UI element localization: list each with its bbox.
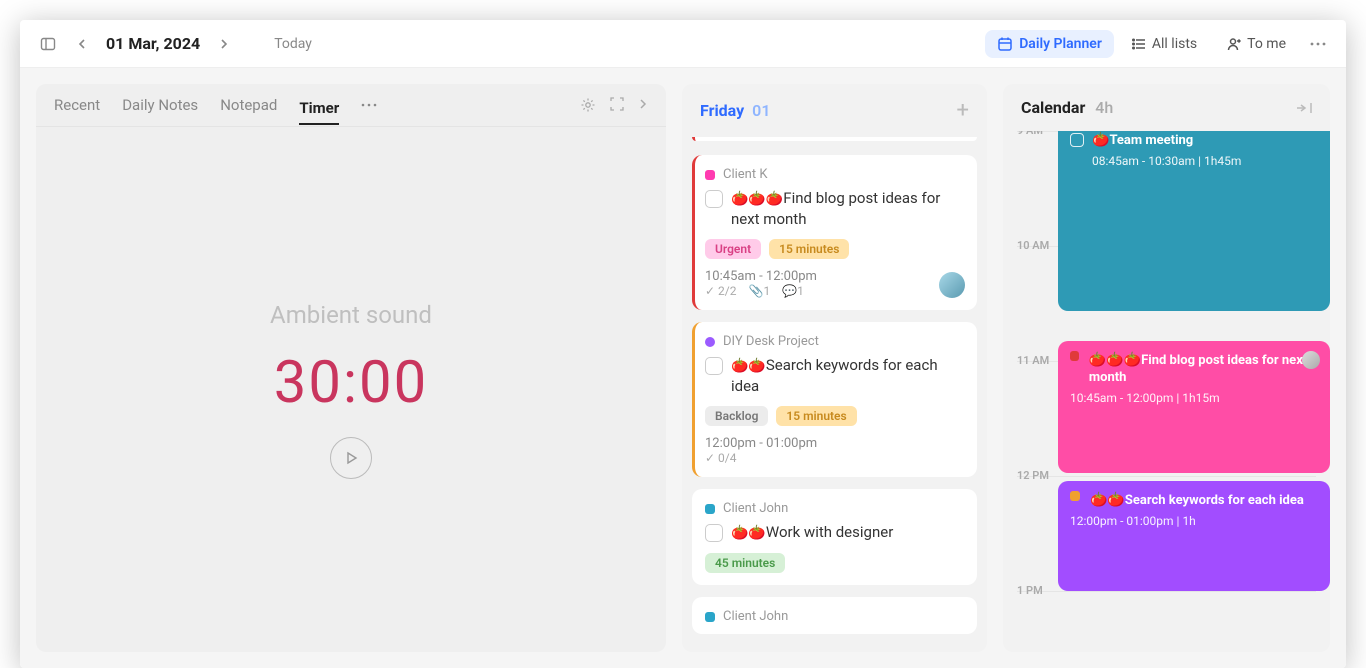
tab-daily-notes[interactable]: Daily Notes [122, 96, 198, 114]
all-lists-label: All lists [1152, 36, 1197, 52]
calendar-title: Calendar [1021, 98, 1085, 117]
day-header: Friday 01 [700, 101, 770, 120]
all-lists-button[interactable]: All lists [1120, 30, 1209, 58]
tag-duration: 15 minutes [776, 406, 856, 426]
current-date[interactable]: 01 Mar, 2024 [106, 34, 200, 53]
add-task-button[interactable]: + [957, 98, 969, 123]
prev-day-icon[interactable] [68, 30, 96, 58]
tag-backlog: Backlog [705, 406, 768, 426]
daily-planner-label: Daily Planner [1019, 36, 1102, 52]
event-time: 12:00pm - 01:00pm | 1h [1070, 514, 1318, 528]
play-button[interactable] [330, 437, 372, 479]
event-time: 10:45am - 12:00pm | 1h15m [1070, 391, 1318, 405]
project-name: Client John [723, 501, 788, 516]
hour-label: 12 PM [1017, 469, 1049, 482]
task-card[interactable]: DIY Desk Project 🍅🍅Search keywords for e… [692, 322, 977, 477]
attachment-count: 📎1 [748, 284, 770, 298]
more-menu-icon[interactable] [1304, 30, 1332, 58]
chevron-right-icon[interactable] [638, 97, 648, 113]
collapse-icon[interactable] [1296, 101, 1312, 115]
event-title: 🍅🍅Search keywords for each idea [1090, 491, 1304, 510]
day-number: 01 [752, 101, 770, 120]
subtask-count: ✓ 2/2 [705, 284, 736, 298]
event-time: 08:45am - 10:30am | 1h45m [1092, 154, 1318, 168]
tag-urgent: Urgent [705, 239, 761, 259]
daily-planner-button[interactable]: Daily Planner [985, 30, 1114, 58]
to-me-label: To me [1247, 36, 1286, 52]
hour-label: 9 AM [1017, 131, 1043, 137]
calendar-event[interactable]: 🍅🍅🍅Find blog post ideas for next month 1… [1058, 341, 1330, 473]
ambient-sound-label[interactable]: Ambient sound [270, 301, 432, 329]
gear-icon[interactable] [580, 97, 596, 113]
project-name: DIY Desk Project [723, 334, 819, 349]
tab-more-icon[interactable] [361, 103, 377, 107]
task-card[interactable]: Client John 🍅🍅Work with designer 45 minu… [692, 489, 977, 585]
task-checkbox[interactable] [705, 357, 723, 375]
event-title: 🍅🍅🍅Find blog post ideas for next month [1089, 351, 1318, 387]
task-time: 10:45am - 12:00pm [705, 269, 817, 284]
event-color-icon [1070, 351, 1079, 361]
tab-notepad[interactable]: Notepad [220, 96, 277, 114]
hour-label: 10 AM [1017, 239, 1049, 252]
tag-duration: 15 minutes [769, 239, 849, 259]
sidebar-toggle-icon[interactable] [34, 30, 62, 58]
task-checkbox[interactable] [705, 524, 723, 542]
task-card-stub [692, 137, 977, 141]
to-me-button[interactable]: To me [1215, 30, 1298, 58]
tag-duration: 45 minutes [705, 553, 785, 573]
task-card[interactable]: Client K 🍅🍅🍅Find blog post ideas for nex… [692, 155, 977, 310]
event-checkbox[interactable] [1070, 133, 1084, 147]
today-button[interactable]: Today [274, 36, 312, 52]
project-dot [705, 170, 715, 180]
hour-label: 1 PM [1017, 584, 1043, 597]
project-name: Client John [723, 609, 788, 624]
next-day-icon[interactable] [210, 30, 238, 58]
day-name: Friday [700, 101, 744, 120]
event-color-icon [1070, 491, 1080, 501]
calendar-total-duration: 4h [1095, 98, 1113, 117]
calendar-event[interactable]: 🍅Team meeting 08:45am - 10:30am | 1h45m [1058, 131, 1330, 311]
task-checkbox[interactable] [705, 190, 723, 208]
project-dot [705, 612, 715, 622]
tab-timer[interactable]: Timer [299, 99, 339, 125]
comment-count: 💬1 [782, 284, 804, 298]
timer-display: 30:00 [274, 349, 428, 417]
task-title: 🍅🍅🍅Find blog post ideas for next month [731, 188, 963, 229]
calendar-header: Calendar 4h [1021, 98, 1113, 117]
project-dot [705, 504, 715, 514]
assignee-avatar[interactable] [939, 272, 965, 298]
task-title: 🍅🍅Work with designer [731, 522, 893, 543]
project-dot [705, 337, 715, 347]
event-title: 🍅Team meeting [1092, 131, 1193, 150]
hour-label: 11 AM [1017, 354, 1049, 367]
task-time: 12:00pm - 01:00pm [705, 436, 817, 451]
task-title: 🍅🍅Search keywords for each idea [731, 355, 963, 396]
fullscreen-icon[interactable] [610, 97, 624, 113]
project-name: Client K [723, 167, 768, 182]
tab-recent[interactable]: Recent [54, 96, 100, 114]
event-avatar[interactable] [1302, 351, 1320, 369]
task-card[interactable]: Client John [692, 597, 977, 634]
subtask-count: ✓ 0/4 [705, 451, 736, 465]
calendar-event[interactable]: 🍅🍅Search keywords for each idea 12:00pm … [1058, 481, 1330, 591]
